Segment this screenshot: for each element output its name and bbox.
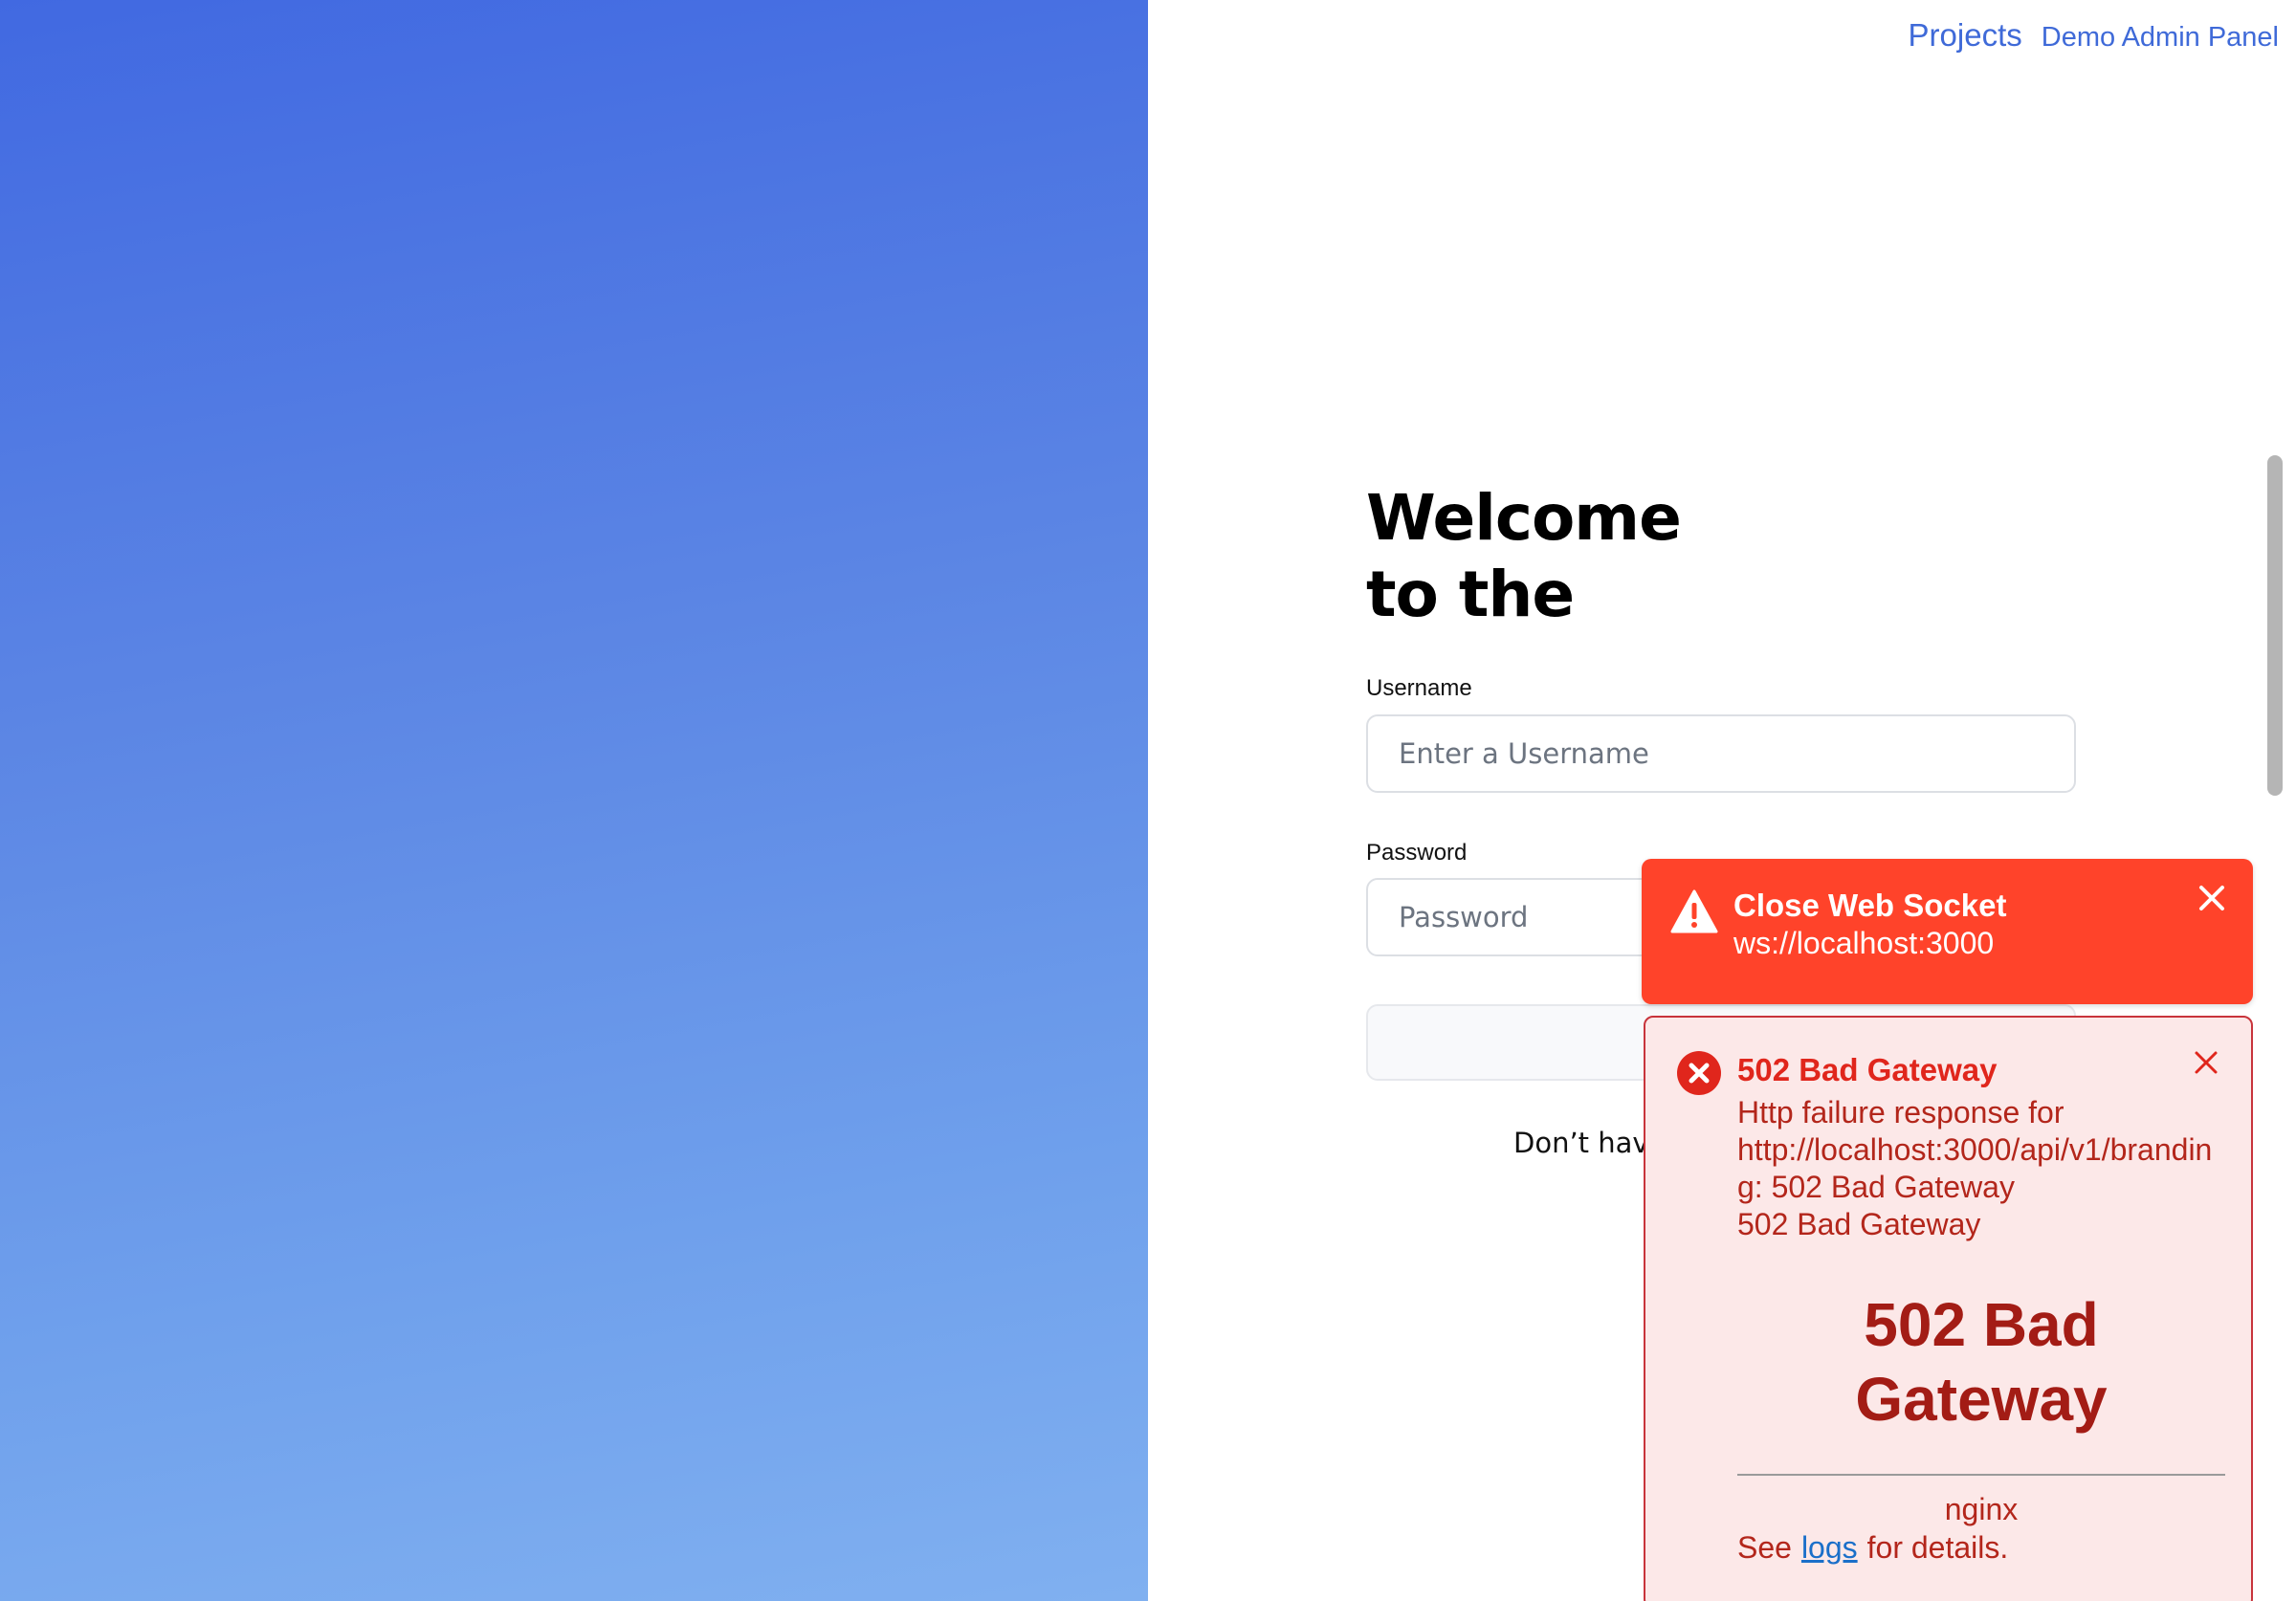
- username-label: Username: [1366, 675, 1472, 701]
- details-prefix: See: [1737, 1530, 1792, 1565]
- welcome-heading: Welcome to the: [1366, 480, 1682, 633]
- username-input[interactable]: [1366, 714, 2076, 793]
- warning-icon: [1670, 889, 1718, 933]
- login-page: Projects Demo Admin Panel Welcome to the…: [0, 0, 2296, 1601]
- close-icon[interactable]: [2196, 882, 2228, 914]
- welcome-line-1: Welcome: [1366, 481, 1682, 555]
- welcome-line-2: to the: [1366, 558, 1575, 631]
- top-nav: Projects Demo Admin Panel: [1909, 17, 2279, 54]
- logs-link[interactable]: logs: [1801, 1530, 1858, 1565]
- nav-link-projects[interactable]: Projects: [1909, 17, 2022, 54]
- hero-gradient-panel: [0, 0, 1148, 1601]
- server-name: nginx: [1944, 1492, 2019, 1526]
- error-details: See logs for details.: [1737, 1530, 2008, 1566]
- toast-title: Close Web Socket: [1733, 888, 2007, 923]
- nav-link-demo-admin-panel[interactable]: Demo Admin Panel: [2042, 22, 2279, 54]
- divider: [1737, 1474, 2225, 1476]
- password-label: Password: [1366, 840, 1468, 866]
- error-icon: [1677, 1051, 1721, 1095]
- error-message-line: 502 Bad Gateway: [1737, 1207, 1981, 1241]
- toast-title: 502 Bad Gateway: [1737, 1052, 1998, 1087]
- error-message-line: http://localhost:3000/api/v1/branding: 5…: [1737, 1132, 2213, 1204]
- error-page-heading: 502 Bad Gateway: [1855, 1290, 2108, 1434]
- toast-message: Http failure response for http://localho…: [1737, 1094, 2225, 1243]
- close-icon[interactable]: [2190, 1046, 2222, 1079]
- toast-message: ws://localhost:3000: [1733, 926, 1995, 960]
- error-message-line: Http failure response for: [1737, 1095, 2064, 1129]
- scrollbar-thumb[interactable]: [2267, 455, 2283, 796]
- bad-gateway-error-toast[interactable]: 502 Bad Gateway Http failure response fo…: [1644, 1016, 2253, 1601]
- websocket-warning-toast[interactable]: Close Web Socket ws://localhost:3000: [1642, 859, 2253, 1004]
- details-suffix: for details.: [1866, 1530, 2009, 1565]
